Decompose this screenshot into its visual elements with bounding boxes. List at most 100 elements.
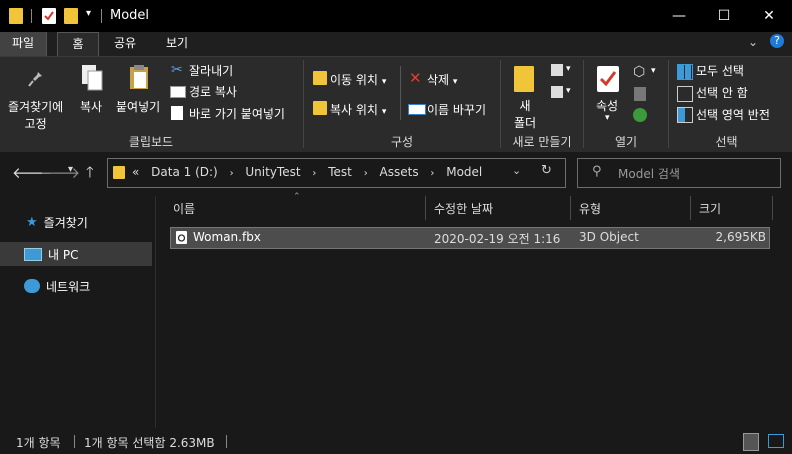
copy-path-button[interactable]: 경로 복사 bbox=[189, 83, 237, 100]
breadcrumb-chevron-icon[interactable]: › bbox=[364, 168, 368, 179]
forward-button[interactable]: 🡒 bbox=[40, 163, 80, 182]
new-folder-quick-icon[interactable] bbox=[64, 8, 78, 24]
help-icon[interactable]: ? bbox=[770, 34, 784, 48]
table-row[interactable]: Woman.fbx 2020-02-19 오전 1:16 3D Object 2… bbox=[170, 227, 770, 249]
copy-to-button[interactable]: 복사 위치 ▾ bbox=[330, 101, 386, 118]
invert-selection-button[interactable]: 선택 영역 반전 bbox=[696, 106, 770, 123]
properties-button[interactable]: 속성 bbox=[596, 97, 618, 114]
select-none-button[interactable]: 선택 안 함 bbox=[696, 84, 748, 101]
scissors-icon: ✂ bbox=[171, 62, 183, 78]
close-icon: ✕ bbox=[763, 8, 775, 24]
pin-to-quick-access-button[interactable]: 즐겨찾기에 고정 bbox=[8, 98, 63, 132]
breadcrumb-overflow[interactable]: « bbox=[132, 165, 139, 179]
tab-share[interactable]: 공유 bbox=[105, 32, 145, 56]
up-button[interactable]: 🡑 bbox=[86, 162, 94, 187]
dropdown-icon: ▾ bbox=[381, 77, 387, 87]
divider[interactable] bbox=[425, 196, 426, 220]
rename-icon bbox=[408, 104, 426, 115]
breadcrumb-item[interactable]: Assets bbox=[380, 165, 419, 179]
nav-item-network[interactable]: 네트워크 bbox=[24, 275, 164, 297]
paste-icon bbox=[128, 64, 152, 92]
maximize-icon: ☐ bbox=[717, 8, 731, 24]
copy-to-label: 복사 위치 bbox=[330, 103, 378, 117]
delete-icon: ✕ bbox=[409, 69, 422, 87]
recent-locations-button[interactable]: ▾ bbox=[68, 164, 73, 175]
new-folder-button[interactable]: 새 폴더 bbox=[512, 97, 538, 131]
status-selection: 1개 항목 선택함 2.63MB bbox=[84, 436, 215, 450]
new-folder-label-line1: 새 bbox=[519, 99, 531, 113]
address-bar[interactable]: « Data 1 (D:) › UnityTest › Test › Asset… bbox=[107, 158, 566, 188]
nav-item-label: 내 PC bbox=[48, 247, 79, 262]
easy-access-icon[interactable] bbox=[551, 86, 563, 98]
select-all-button[interactable]: 모두 선택 bbox=[696, 62, 744, 79]
copy-to-icon bbox=[313, 101, 327, 115]
divider bbox=[31, 9, 32, 23]
delete-button[interactable]: 삭제 ▾ bbox=[427, 71, 457, 88]
window-title: Model bbox=[110, 8, 150, 23]
star-icon: ★ bbox=[26, 214, 38, 230]
breadcrumb-chevron-icon[interactable]: › bbox=[312, 168, 316, 179]
divider[interactable] bbox=[570, 196, 571, 220]
nav-item-this-pc[interactable]: 내 PC bbox=[24, 243, 164, 265]
properties-icon bbox=[597, 66, 619, 92]
dropdown-icon[interactable]: ▾ bbox=[651, 66, 656, 76]
pin-label-line1: 즐겨찾기에 bbox=[8, 100, 64, 114]
file-date: 2020-02-19 오전 1:16 bbox=[434, 232, 561, 246]
divider bbox=[155, 196, 156, 428]
search-box[interactable]: ⚲ Model 검색 bbox=[577, 158, 781, 188]
column-header-size[interactable]: 크기 bbox=[699, 199, 721, 221]
dropdown-icon[interactable]: ▾ bbox=[605, 113, 610, 123]
large-icons-view-icon[interactable] bbox=[768, 434, 784, 448]
details-view-icon[interactable] bbox=[743, 433, 759, 451]
divider[interactable] bbox=[772, 196, 773, 220]
copy-button[interactable]: 복사 bbox=[80, 98, 102, 115]
tab-view[interactable]: 보기 bbox=[155, 32, 199, 56]
open-icon[interactable]: ⬡ bbox=[633, 64, 645, 80]
breadcrumb-item[interactable]: Model bbox=[446, 165, 482, 179]
address-dropdown-icon[interactable]: ⌄ bbox=[512, 164, 521, 177]
new-folder-label-line2: 폴더 bbox=[513, 116, 537, 130]
computer-icon bbox=[24, 247, 42, 261]
open-group-label: 열기 bbox=[614, 135, 638, 149]
breadcrumb: « Data 1 (D:) › UnityTest › Test › Asset… bbox=[132, 165, 482, 179]
breadcrumb-chevron-icon[interactable]: › bbox=[430, 168, 434, 179]
edit-icon[interactable] bbox=[634, 87, 646, 101]
column-header-name[interactable]: 이름 bbox=[173, 199, 195, 221]
column-header-date[interactable]: 수정한 날짜 bbox=[434, 199, 493, 221]
customize-quick-access-icon[interactable]: ▾ bbox=[86, 8, 91, 19]
breadcrumb-item[interactable]: Test bbox=[328, 165, 352, 179]
title-bar: ▾ Model — ☐ ✕ bbox=[0, 0, 792, 32]
properties-quick-icon[interactable] bbox=[42, 8, 56, 24]
dropdown-icon[interactable]: ▾ bbox=[566, 86, 571, 96]
cut-button[interactable]: 잘라내기 bbox=[189, 62, 233, 79]
dropdown-icon[interactable]: ▾ bbox=[566, 64, 571, 74]
nav-item-quick-access[interactable]: ★ 즐겨찾기 bbox=[26, 211, 166, 233]
fbx-file-icon bbox=[176, 231, 187, 244]
minimize-button[interactable]: — bbox=[656, 0, 702, 32]
sort-arrow-icon: ⌃ bbox=[293, 192, 301, 202]
breadcrumb-item[interactable]: Data 1 (D:) bbox=[151, 165, 218, 179]
rename-button[interactable]: 이름 바꾸기 bbox=[427, 101, 486, 118]
folder-icon bbox=[113, 166, 125, 179]
tab-file[interactable]: 파일 bbox=[0, 32, 47, 56]
column-header-type[interactable]: 유형 bbox=[579, 199, 601, 221]
ribbon-collapse-icon[interactable]: ⌄ bbox=[748, 35, 758, 49]
paste-shortcut-button[interactable]: 바로 가기 붙여넣기 bbox=[189, 105, 285, 122]
folder-icon bbox=[9, 8, 23, 24]
select-all-icon bbox=[677, 64, 693, 80]
divider[interactable] bbox=[690, 196, 691, 220]
refresh-icon[interactable]: ↻ bbox=[541, 163, 552, 178]
breadcrumb-chevron-icon[interactable]: › bbox=[230, 168, 234, 179]
history-icon[interactable] bbox=[633, 108, 647, 122]
dropdown-icon: ▾ bbox=[381, 107, 387, 117]
status-item-count: 1개 항목 bbox=[16, 436, 61, 450]
new-folder-icon bbox=[514, 66, 534, 92]
tab-home[interactable]: 홈 bbox=[57, 32, 99, 57]
maximize-button[interactable]: ☐ bbox=[701, 0, 747, 32]
new-item-icon[interactable] bbox=[551, 64, 563, 76]
move-to-button[interactable]: 이동 위치 ▾ bbox=[330, 71, 386, 88]
paste-button[interactable]: 붙여넣기 bbox=[116, 98, 160, 115]
close-button[interactable]: ✕ bbox=[746, 0, 792, 32]
breadcrumb-item[interactable]: UnityTest bbox=[245, 165, 300, 179]
nav-item-label: 즐겨찾기 bbox=[43, 215, 88, 230]
